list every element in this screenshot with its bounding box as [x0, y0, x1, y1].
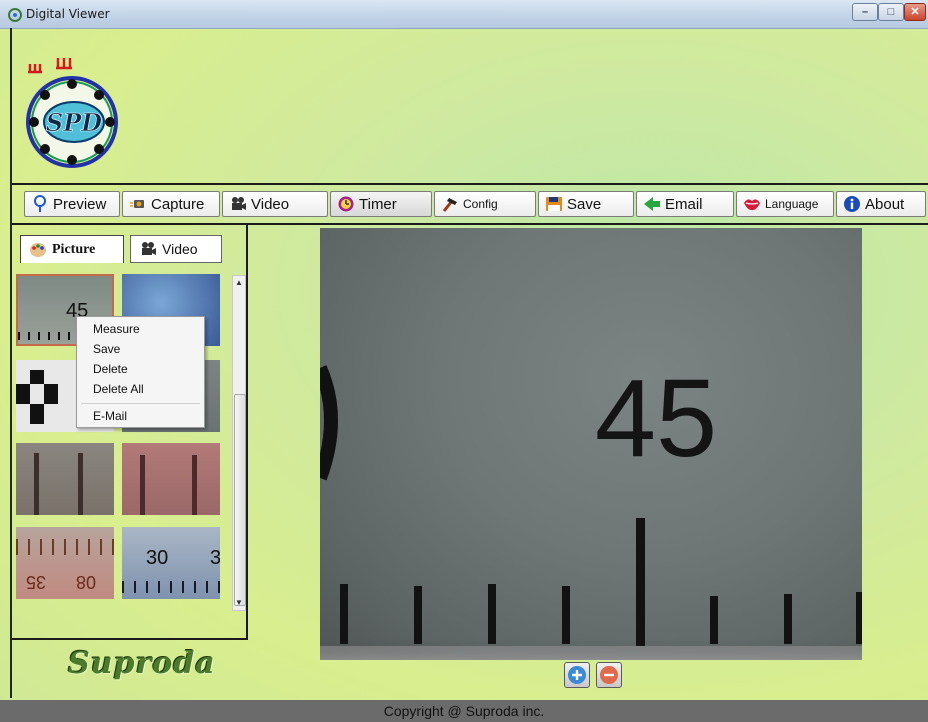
about-label: About [865, 195, 905, 213]
config-label: Config [463, 197, 498, 211]
minimize-button[interactable]: – [852, 3, 878, 21]
camera-icon [130, 200, 144, 208]
palette-icon [30, 242, 46, 257]
minimize-icon: – [861, 6, 869, 18]
image-viewer[interactable]: 45 [320, 228, 862, 660]
thumb-reading: 30 [146, 547, 169, 569]
gallery-scrollbar[interactable]: ▲ ▼ [232, 275, 246, 611]
maximize-icon: □ [887, 6, 895, 18]
menu-separator [81, 403, 200, 404]
tab-video[interactable]: Video [130, 235, 222, 263]
app-icon [8, 8, 22, 22]
gallery-panel: Picture Video 45 35 08 30 3 ▲ ▼ [12, 223, 248, 640]
save-label: Save [567, 195, 602, 213]
spd-logo: SPD [26, 58, 118, 168]
toolbar: Preview Capture Video Timer Config Save … [12, 183, 928, 225]
email-button[interactable]: Email [636, 191, 734, 217]
plus-icon [568, 666, 586, 684]
zoom-in-button[interactable] [564, 662, 590, 688]
scroll-down-icon[interactable]: ▼ [233, 596, 245, 610]
thumbnail-7[interactable]: 35 08 [16, 527, 114, 599]
floppy-icon [546, 197, 562, 211]
email-label: Email [665, 195, 703, 213]
menu-item-email[interactable]: E-Mail [93, 407, 127, 425]
context-menu: Measure Save Delete Delete All E-Mail [76, 316, 205, 428]
menu-item-delete-all[interactable]: Delete All [93, 380, 144, 398]
close-button[interactable]: ✕ [904, 3, 926, 21]
about-button[interactable]: About [836, 191, 926, 217]
config-button[interactable]: Config [434, 191, 536, 217]
language-button[interactable]: Language [736, 191, 834, 217]
video-label: Video [251, 195, 290, 213]
preview-button[interactable]: Preview [24, 191, 120, 217]
pin-icon [34, 195, 46, 212]
video-camera-icon [142, 242, 156, 255]
microscope-image: 45 [320, 357, 862, 660]
scroll-up-icon[interactable]: ▲ [233, 276, 245, 290]
email-icon [644, 197, 660, 211]
thumb-reading: 3 [210, 547, 220, 569]
save-button[interactable]: Save [538, 191, 634, 217]
capture-label: Capture [151, 195, 205, 213]
menu-item-save[interactable]: Save [93, 340, 120, 358]
timer-label: Timer [359, 195, 397, 213]
minus-icon [600, 666, 618, 684]
capture-button[interactable]: Capture [122, 191, 220, 217]
maximize-button[interactable]: □ [878, 3, 904, 21]
tab-video-label: Video [162, 241, 198, 257]
timer-icon [338, 196, 354, 212]
menu-item-delete[interactable]: Delete [93, 360, 128, 378]
language-label: Language [765, 197, 819, 211]
lips-icon [744, 199, 760, 211]
scrollbar-thumb[interactable] [234, 394, 246, 606]
thumbnail-5[interactable] [16, 443, 114, 515]
status-bar: Copyright @ Suproda inc. [0, 700, 928, 722]
title-bar: Digital Viewer – □ ✕ [0, 0, 928, 29]
menu-item-measure[interactable]: Measure [93, 320, 140, 338]
timer-button[interactable]: Timer [330, 191, 432, 217]
thumbnail-8[interactable]: 30 3 [122, 527, 220, 599]
tab-picture[interactable]: Picture [20, 235, 124, 263]
viewer-reading: 45 [595, 357, 717, 480]
video-camera-icon [232, 197, 246, 210]
thumb-reading: 35 [26, 572, 47, 592]
hammer-icon [442, 198, 457, 212]
thumbnail-6[interactable] [122, 443, 220, 515]
logo-text: SPD [46, 108, 102, 137]
suproda-logo: Suproda [68, 646, 216, 681]
window-title: Digital Viewer [26, 7, 110, 21]
video-button[interactable]: Video [222, 191, 328, 217]
close-icon: ✕ [910, 6, 920, 18]
info-icon [844, 196, 860, 212]
preview-label: Preview [53, 195, 107, 213]
thumb-reading: 08 [76, 572, 97, 592]
zoom-out-button[interactable] [596, 662, 622, 688]
tab-picture-label: Picture [52, 241, 96, 257]
